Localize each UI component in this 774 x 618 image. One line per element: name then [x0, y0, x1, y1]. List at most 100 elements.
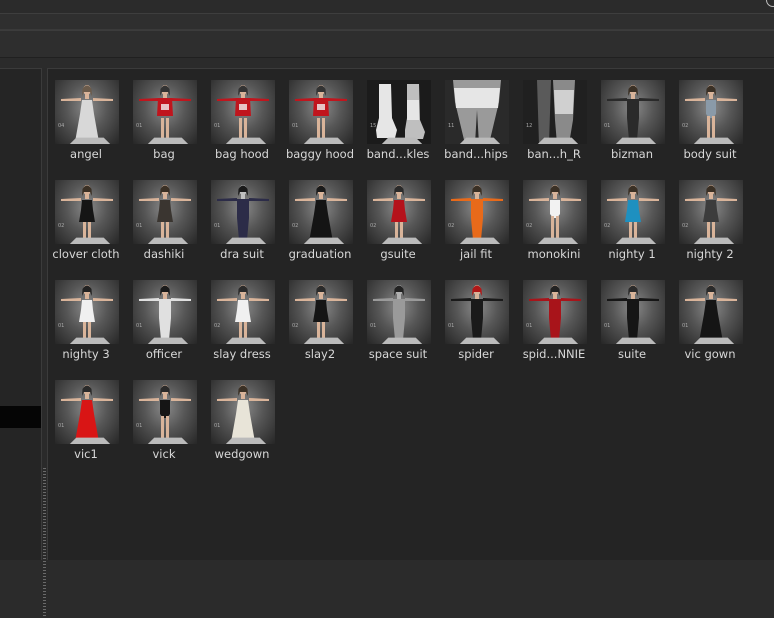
asset-thumbnail[interactable]: 02 [289, 180, 353, 244]
asset-thumbnail[interactable]: 02 [445, 180, 509, 244]
asset-item-body-suit[interactable]: 02 body suit [677, 80, 755, 180]
path-bar[interactable] [0, 30, 774, 58]
asset-thumbnail[interactable]: 04 [55, 80, 119, 144]
version-badge: 01 [58, 323, 65, 329]
asset-grid: 04 angel 01 bag 01 bag hood 01 baggy hood [52, 80, 763, 480]
asset-item-dashiki[interactable]: 01 dashiki [131, 180, 209, 280]
asset-item-gsuite[interactable]: 02 gsuite [365, 180, 443, 280]
clothing-type-icon [58, 433, 111, 444]
asset-item-jail-fit[interactable]: 02 jail fit [443, 180, 521, 280]
asset-label: graduation [288, 247, 352, 261]
asset-thumbnail[interactable]: 01 [55, 380, 119, 444]
asset-thumbnail[interactable]: 01 [211, 180, 275, 244]
asset-item-band-kles[interactable]: 15 band...kles [365, 80, 443, 180]
asset-thumbnail[interactable]: 02 [55, 180, 119, 244]
version-badge: 01 [136, 323, 143, 329]
asset-label: officer [145, 347, 183, 361]
clothing-type-icon [292, 333, 345, 344]
asset-item-nighty-1[interactable]: 02 nighty 1 [599, 180, 677, 280]
asset-label: jail fit [459, 247, 493, 261]
asset-item-suite[interactable]: 01 suite [599, 280, 677, 380]
folder-tree-selected-item[interactable] [0, 406, 41, 428]
clothing-type-icon [292, 133, 345, 144]
asset-label: suite [617, 347, 647, 361]
asset-thumbnail[interactable]: 01 [601, 80, 665, 144]
asset-item-dra-suit[interactable]: 01 dra suit [209, 180, 287, 280]
version-badge: 02 [214, 323, 221, 329]
clothing-type-icon [136, 233, 189, 244]
asset-item-bizman[interactable]: 01 bizman [599, 80, 677, 180]
window-control-icon[interactable] [766, 0, 774, 7]
version-badge: 01 [136, 223, 143, 229]
asset-item-space-suit[interactable]: 01 space suit [365, 280, 443, 380]
asset-thumbnail[interactable]: 01 [679, 280, 743, 344]
version-badge: 02 [526, 223, 533, 229]
version-badge: 01 [604, 323, 611, 329]
asset-thumbnail[interactable]: 15 [367, 80, 431, 144]
asset-thumbnail[interactable]: 02 [289, 280, 353, 344]
asset-item-vic-gown[interactable]: 01 vic gown [677, 280, 755, 380]
asset-item-graduation[interactable]: 02 graduation [287, 180, 365, 280]
asset-item-clover-cloth[interactable]: 02 clover cloth [52, 180, 131, 280]
asset-thumbnail[interactable]: 01 [55, 280, 119, 344]
asset-label: nighty 3 [62, 347, 110, 361]
asset-item-bag[interactable]: 01 bag [131, 80, 209, 180]
asset-label: baggy hood [285, 147, 355, 161]
asset-item-wedgown[interactable]: 01 wedgown [209, 380, 287, 480]
asset-label: band...hips [444, 147, 508, 161]
clothing-type-icon [214, 233, 267, 244]
splitter-grip-icon[interactable] [43, 468, 46, 618]
version-badge: 02 [370, 223, 377, 229]
asset-label: clover cloth [52, 247, 120, 261]
asset-item-nighty-2[interactable]: 02 nighty 2 [677, 180, 755, 280]
asset-thumbnail[interactable]: 01 [445, 280, 509, 344]
asset-item-spider[interactable]: 01 spider [443, 280, 521, 380]
asset-item-band-hips[interactable]: 11 band...hips [443, 80, 521, 180]
version-badge: 02 [292, 223, 299, 229]
asset-thumbnail[interactable]: 01 [289, 80, 353, 144]
version-badge: 12 [526, 123, 533, 129]
asset-thumbnail[interactable]: 11 [445, 80, 509, 144]
asset-item-vic1[interactable]: 01 vic1 [53, 380, 131, 480]
version-badge: 01 [604, 123, 611, 129]
asset-label: angel [70, 147, 102, 161]
asset-item-spid-nnie[interactable]: 01 spid...NNIE [521, 280, 599, 380]
asset-thumbnail[interactable]: 01 [211, 380, 275, 444]
asset-thumbnail[interactable]: 02 [523, 180, 587, 244]
asset-label: dra suit [220, 247, 264, 261]
asset-thumbnail[interactable]: 02 [679, 80, 743, 144]
asset-thumbnail[interactable]: 01 [133, 180, 197, 244]
asset-thumbnail[interactable]: 02 [601, 180, 665, 244]
version-badge: 02 [292, 323, 299, 329]
asset-thumbnail[interactable]: 01 [211, 80, 275, 144]
clothing-type-icon [604, 233, 657, 244]
version-badge: 01 [682, 323, 689, 329]
asset-thumbnail[interactable]: 01 [133, 380, 197, 444]
asset-thumbnail[interactable]: 12 [523, 80, 587, 144]
asset-label: nighty 1 [608, 247, 656, 261]
asset-item-monokini[interactable]: 02 monokini [521, 180, 599, 280]
asset-item-nighty-3[interactable]: 01 nighty 3 [53, 280, 131, 380]
asset-item-slay-dress[interactable]: 02 slay dress [209, 280, 287, 380]
asset-item-ban-h-r[interactable]: 12 ban...h_R [521, 80, 599, 180]
asset-thumbnail[interactable]: 01 [601, 280, 665, 344]
version-badge: 01 [448, 323, 455, 329]
asset-item-slay2[interactable]: 02 slay2 [287, 280, 365, 380]
asset-item-vick[interactable]: 01 vick [131, 380, 209, 480]
asset-item-baggy-hood[interactable]: 01 baggy hood [286, 80, 365, 180]
clothing-type-icon [604, 333, 657, 344]
asset-label: slay2 [304, 347, 336, 361]
asset-label: bag [153, 147, 175, 161]
version-badge: 02 [58, 223, 65, 229]
clothing-type-icon [604, 133, 657, 144]
asset-item-bag-hood[interactable]: 01 bag hood [209, 80, 287, 180]
asset-item-angel[interactable]: 04 angel [53, 80, 131, 180]
asset-thumbnail[interactable]: 01 [133, 280, 197, 344]
asset-thumbnail[interactable]: 02 [211, 280, 275, 344]
asset-thumbnail[interactable]: 01 [367, 280, 431, 344]
asset-thumbnail[interactable]: 02 [367, 180, 431, 244]
asset-thumbnail[interactable]: 02 [679, 180, 743, 244]
asset-thumbnail[interactable]: 01 [133, 80, 197, 144]
asset-item-officer[interactable]: 01 officer [131, 280, 209, 380]
asset-thumbnail[interactable]: 01 [523, 280, 587, 344]
